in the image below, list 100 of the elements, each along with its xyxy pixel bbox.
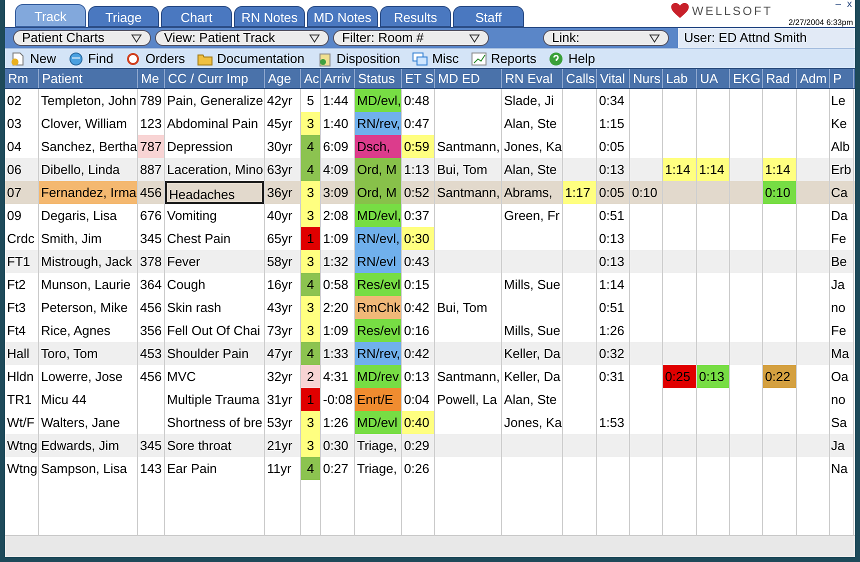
table-row[interactable]: 04 Sanchez, Bertha 787 Depression 30yr 4 6:09 Dsch, 0:59 Santmann, Jones, Ka 0:05 Alb — [5, 135, 855, 158]
toolbar-button[interactable]: Misc — [412, 48, 459, 68]
table-cell-text: 456 — [139, 184, 163, 202]
table-row[interactable]: Wtng Edwards, Jim 345 Sore throat 21yr 3 0:30 Triage, 0:29 Ja — [5, 434, 855, 457]
table-cell-text: 16yr — [266, 276, 294, 294]
table-cell-text: FT1 — [6, 253, 32, 271]
table-cell-text: 65yr — [266, 230, 294, 248]
table-cell-text: Fe — [830, 230, 848, 248]
column-header[interactable]: Patient — [39, 69, 138, 88]
table-cell-text: Cough — [166, 276, 206, 294]
table-cell-text: Peterson, Mike — [40, 299, 129, 317]
table-row[interactable]: TR1 Micu 44 Multiple Trauma 31yr 1 -0:08 Enrt/E 0:04 Powell, La Alan, Ste no — [5, 388, 855, 411]
tab[interactable]: RN Notes — [234, 6, 305, 27]
table-cell-text: 63yr — [266, 161, 294, 179]
column-header[interactable]: Ac — [301, 69, 321, 88]
tab[interactable]: MD Notes — [307, 6, 378, 27]
table-cell-text: Slade, Ji — [503, 92, 555, 110]
tab[interactable]: Staff — [453, 6, 524, 27]
column-header[interactable]: CC / Curr Imp — [165, 69, 265, 88]
column-header[interactable]: EKG — [730, 69, 763, 88]
table-cell-text: Abdominal Pain — [166, 115, 260, 133]
heart-logo-icon — [671, 3, 689, 18]
column-header[interactable]: Rad — [763, 69, 797, 88]
table-cell: 1:14 — [663, 158, 696, 181]
table-row[interactable]: Hldn Lowerre, Jose 456 MVC 32yr 2 4:31 MD/rev 0:13 Santmann, Keller, Da 0:31 0:25 0:13 0:22 Oa — [5, 365, 855, 388]
toolbar-button[interactable]: Disposition — [316, 48, 400, 68]
table-cell-text: 0:48 — [403, 92, 430, 110]
table-cell-text: Chest Pain — [166, 230, 232, 248]
column-header[interactable]: MD ED — [435, 69, 502, 88]
column-header[interactable]: Vital — [597, 69, 630, 88]
dropdown[interactable]: Patient Charts — [13, 30, 151, 46]
table-cell: 2 — [301, 365, 320, 388]
tab[interactable]: Results — [380, 6, 451, 27]
table-cell-text: 0:13 — [598, 230, 626, 248]
table-cell-text: Ear Pain — [166, 460, 218, 478]
table-cell-text: Ma — [830, 345, 850, 363]
table-cell-text: 58yr — [266, 253, 294, 271]
table-cell: RN/rev, — [355, 342, 401, 365]
table-cell-text: 1:32 — [322, 253, 350, 271]
table-cell-text: Shoulder Pain — [166, 345, 250, 363]
table-row[interactable]: FT1 Mistrough, Jack 378 Fever 58yr 3 1:32 RN/evl 0:43 0:13 Be — [5, 250, 855, 273]
table-cell-text: 0:47 — [403, 115, 430, 133]
toolbar-button[interactable]: New — [10, 48, 56, 68]
table-cell: 4 — [301, 158, 320, 181]
column-header[interactable]: RN Eval — [502, 69, 563, 88]
column-header[interactable]: Nurs — [630, 69, 663, 88]
dropdown[interactable]: Link: — [543, 30, 669, 46]
table-cell-text: 1:09 — [322, 230, 350, 248]
table-row[interactable]: Wt/F Walters, Jane Shortness of bre 53yr 3 1:26 MD/evl 0:40 Jones, Ka 1:53 Sa — [5, 411, 855, 434]
tab[interactable]: Chart — [161, 6, 232, 27]
table-cell-text: Mills, Sue — [503, 322, 562, 340]
table-row[interactable]: Ft4 Rice, Agnes 356 Fell Out Of Chai 73yr 3 1:09 Res/evl 0:16 Mills, Sue 1:26 Fe — [5, 319, 855, 342]
table-cell-text: Skin rash — [166, 299, 222, 317]
table-cell-text: Jones, Ka — [503, 138, 562, 156]
minimize-button[interactable]: – — [835, 0, 841, 10]
close-button[interactable]: x — [847, 0, 852, 10]
caret-icon — [309, 34, 320, 42]
table-row[interactable]: 06 Dibello, Linda 887 Laceration, Mino 63yr 4 4:09 Ord, M 1:13 Bui, Tom Alan, Ste 0:13 1:14 1:14 1:14 Erb — [5, 158, 855, 181]
column-header[interactable]: Calls — [563, 69, 597, 88]
dropdown[interactable]: View: Patient Track — [155, 30, 329, 46]
column-header[interactable]: UA — [697, 69, 730, 88]
table-cell-text: 345 — [139, 230, 163, 248]
table-cell: 3 — [301, 204, 320, 227]
column-header[interactable]: Lab — [663, 69, 697, 88]
table-row[interactable]: 02 Templeton, John 789 Pain, Generalize 42yr 5 1:44 MD/evl, 0:48 Slade, Ji 0:34 Le — [5, 89, 855, 112]
table-cell-text: 32yr — [266, 368, 294, 386]
column-header[interactable]: Me — [138, 69, 165, 88]
column-header[interactable]: Status — [355, 69, 402, 88]
column-header[interactable]: Rm — [5, 69, 39, 88]
column-header[interactable]: P — [830, 69, 854, 88]
toolbar-button[interactable]: Documentation — [197, 48, 304, 68]
table-cell-text: 676 — [139, 207, 163, 225]
tab[interactable]: Triage — [88, 6, 159, 27]
toolbar-button[interactable]: Orders — [125, 48, 186, 68]
table-row[interactable]: Ft3 Peterson, Mike 456 Skin rash 43yr 3 2:20 RmChk 0:42 Bui, Tom 0:51 no — [5, 296, 855, 319]
dropdown[interactable]: Filter: Room # — [333, 30, 489, 46]
toolbar-button[interactable]: Help — [548, 48, 596, 68]
table-cell-text: Erb — [830, 161, 852, 179]
table-cell: RmChk — [355, 296, 401, 319]
column-header[interactable]: ET S — [402, 69, 435, 88]
toolbar-button[interactable]: Find — [68, 48, 114, 68]
table-row[interactable]: Hall Toro, Tom 453 Shoulder Pain 47yr 4 1:33 RN/rev, 0:42 Keller, Da 0:32 Ma — [5, 342, 855, 365]
column-header[interactable]: Adm — [797, 69, 830, 88]
table-cell-text: 30yr — [266, 138, 294, 156]
table-cell-text: Keller, Da — [503, 345, 562, 363]
column-header[interactable]: Age — [265, 69, 301, 88]
table-row[interactable]: 09 Degaris, Lisa 676 Vomiting 40yr 3 2:08 MD/evl, 0:37 Green, Fr 0:51 Da — [5, 204, 855, 227]
table-cell-text: Wt/F — [6, 414, 36, 432]
table-row[interactable]: Crdc Smith, Jim 345 Chest Pain 65yr 1 1:09 RN/evl, 0:30 0:13 Fe — [5, 227, 855, 250]
table-row[interactable]: 07 Fernandez, Irma 456 Headaches 36yr 3 3:09 Ord, M 0:52 Santmann, Abrams, 1:17 0:05 0:10 0:10 Ca — [5, 181, 855, 204]
table-cell: 0:13 — [697, 365, 729, 388]
table-cell-text: Lowerre, Jose — [40, 368, 124, 386]
column-header[interactable]: Arriv — [321, 69, 355, 88]
table-row[interactable]: 03 Clover, William 123 Abdominal Pain 45yr 3 1:40 RN/rev, 0:47 Alan, Ste 1:15 Ke — [5, 112, 855, 135]
table-cell-text: Bui, Tom — [436, 299, 488, 317]
user-label: User: ED Attnd Smith — [684, 29, 807, 48]
toolbar-button[interactable]: Reports — [470, 48, 536, 68]
table-row[interactable]: Wtng Sampson, Lisa 143 Ear Pain 11yr 4 0:27 Triage, 0:26 Na — [5, 457, 855, 480]
table-cell-text: Edwards, Jim — [40, 437, 120, 455]
table-row[interactable]: Ft2 Munson, Laurie 364 Cough 16yr 4 0:58 Res/evl 0:15 Mills, Sue 1:14 Ja — [5, 273, 855, 296]
